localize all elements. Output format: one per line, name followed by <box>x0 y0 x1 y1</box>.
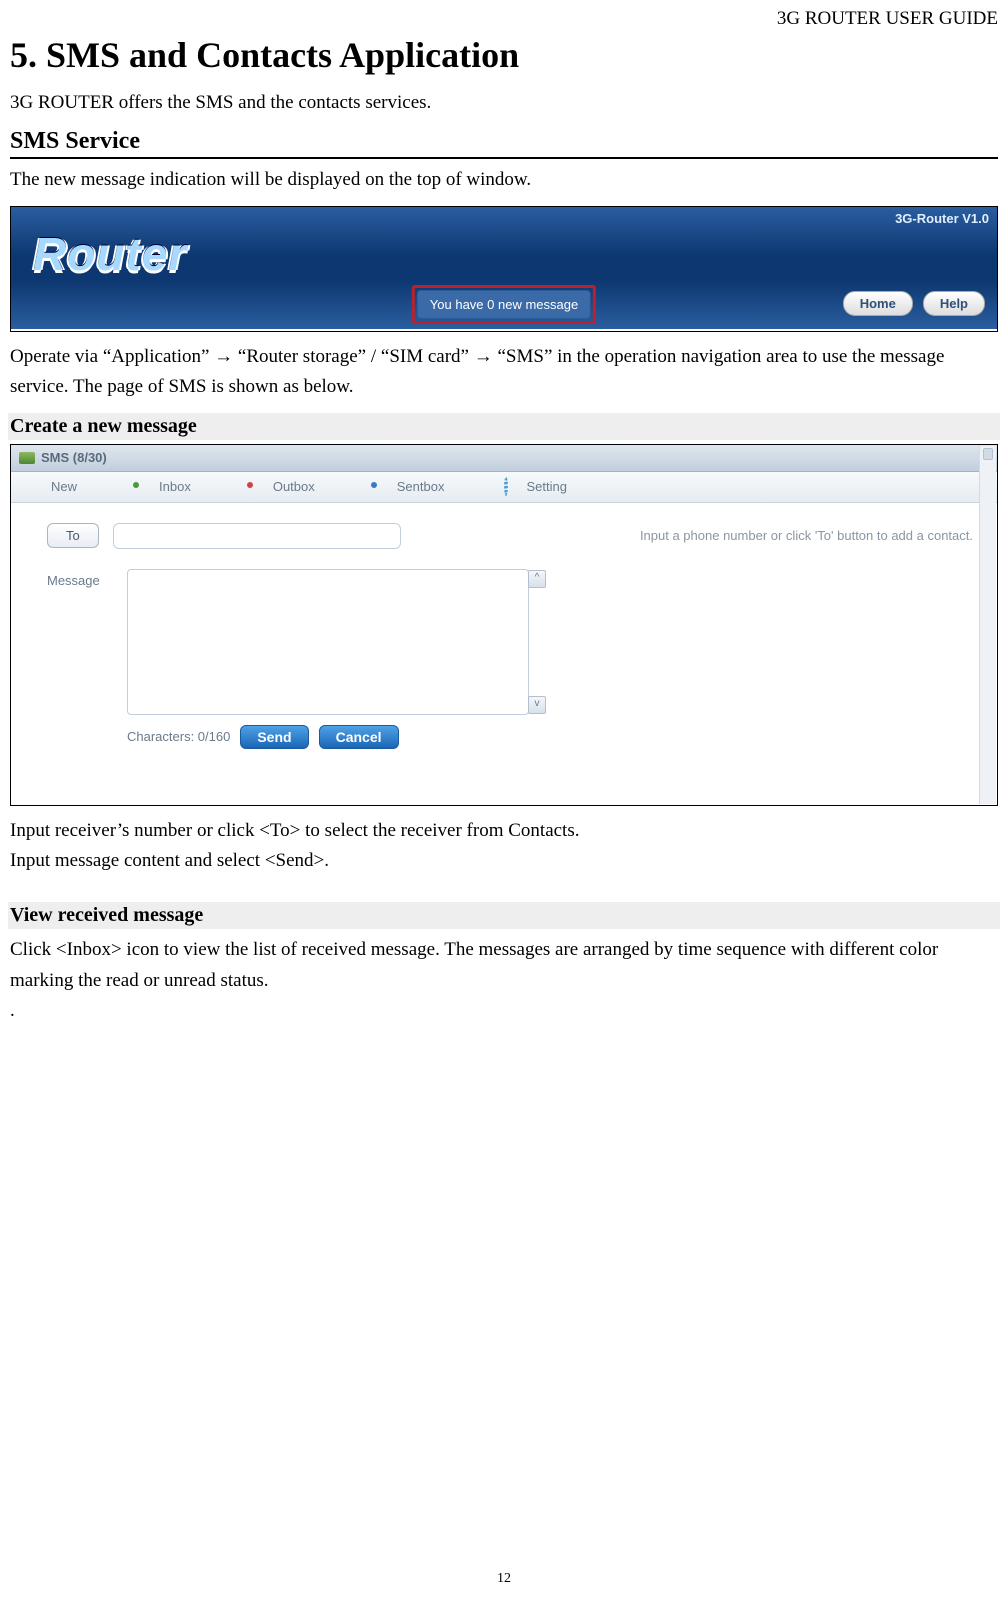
sms-window-titlebar: SMS (8/30) <box>11 445 997 472</box>
tab-sentbox-label: Sentbox <box>397 479 445 494</box>
character-count: Characters: 0/160 <box>127 729 230 744</box>
version-label: 3G-Router V1.0 <box>895 211 989 226</box>
router-logo: Router <box>33 227 187 281</box>
tab-new[interactable]: New <box>29 479 77 495</box>
router-banner-screenshot: Router 3G-Router V1.0 You have 0 new mes… <box>10 206 998 332</box>
tab-new-label: New <box>51 479 77 494</box>
recipient-input[interactable] <box>113 523 401 549</box>
create-message-heading: Create a new message <box>8 413 1000 440</box>
mail-icon <box>19 452 35 464</box>
tab-sentbox[interactable]: Sentbox <box>375 479 445 495</box>
intro-paragraph: 3G ROUTER offers the SMS and the contact… <box>10 88 998 118</box>
gear-icon <box>504 479 520 495</box>
input-receiver-line: Input receiver’s number or click <To> to… <box>10 816 998 846</box>
help-button[interactable]: Help <box>923 291 985 316</box>
sms-window-title: SMS (8/30) <box>41 450 107 465</box>
input-content-line: Input message content and select <Send>. <box>10 846 998 876</box>
section-sms-service: SMS Service <box>10 128 998 159</box>
to-button[interactable]: To <box>47 523 99 548</box>
tab-inbox-label: Inbox <box>159 479 191 494</box>
home-button[interactable]: Home <box>843 291 913 316</box>
outbox-icon <box>251 479 267 495</box>
chapter-title: 5. SMS and Contacts Application <box>10 34 998 76</box>
tab-setting-label: Setting <box>526 479 566 494</box>
new-message-notice[interactable]: You have 0 new message <box>417 290 591 319</box>
page-number: 12 <box>0 1571 1008 1587</box>
trailing-dot: . <box>10 996 998 1026</box>
sms-service-desc: The new message indication will be displ… <box>10 165 998 195</box>
new-message-highlight: You have 0 new message <box>412 285 596 324</box>
message-textarea[interactable]: ^ v <box>127 569 529 715</box>
inbox-icon <box>137 479 153 495</box>
tab-setting[interactable]: Setting <box>504 479 566 495</box>
scroll-down-icon[interactable]: v <box>528 696 546 714</box>
sms-tabs-row: New Inbox Outbox Sentbox Setting <box>11 472 997 503</box>
sms-compose-screenshot: SMS (8/30) New Inbox Outbox Sentbox <box>10 444 998 806</box>
message-label: Message <box>47 569 107 715</box>
scroll-up-icon[interactable]: ^ <box>528 570 546 588</box>
sentbox-icon <box>375 479 391 495</box>
view-received-heading: View received message <box>8 902 1000 929</box>
tab-inbox[interactable]: Inbox <box>137 479 191 495</box>
doc-header: 3G ROUTER USER GUIDE <box>10 0 998 30</box>
recipient-hint: Input a phone number or click 'To' butto… <box>640 528 973 543</box>
tab-outbox[interactable]: Outbox <box>251 479 315 495</box>
operate-instruction: Operate via “Application” → “Router stor… <box>10 342 998 403</box>
tab-outbox-label: Outbox <box>273 479 315 494</box>
scrollbar[interactable] <box>979 446 996 804</box>
send-button[interactable]: Send <box>240 725 308 749</box>
pencil-icon <box>29 479 45 495</box>
cancel-button[interactable]: Cancel <box>319 725 399 749</box>
view-received-para: Click <Inbox> icon to view the list of r… <box>10 935 998 996</box>
